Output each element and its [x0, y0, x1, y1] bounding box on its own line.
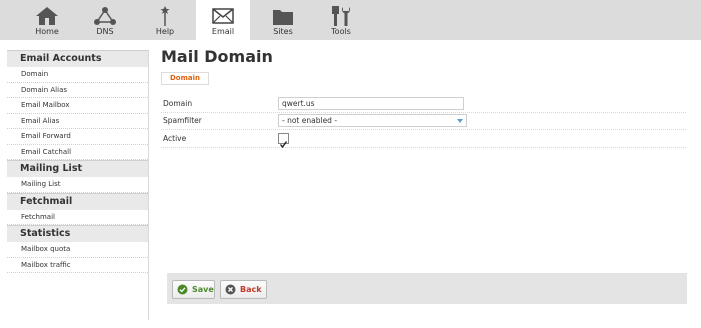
main-content: Mail Domain Domain Domain qwert.us Spamf… [161, 46, 688, 149]
top-navigation: Home DNS Help Email Sites Tools [0, 0, 701, 40]
tools-icon [332, 6, 350, 26]
help-icon [160, 6, 170, 26]
tab-dns[interactable]: DNS [78, 0, 132, 40]
home-icon [36, 7, 58, 25]
sidebar-item-email-mailbox[interactable]: Email Mailbox [7, 98, 148, 114]
sites-icon [273, 10, 293, 25]
sidebar: Email Accounts Domain Domain Alias Email… [7, 50, 149, 320]
sidebar-item-email-forward[interactable]: Email Forward [7, 129, 148, 145]
sidebar-item-mailbox-quota[interactable]: Mailbox quota [7, 242, 148, 258]
tab-label: Tools [331, 27, 351, 36]
save-button-label: Save [192, 285, 214, 294]
back-button-label: Back [240, 285, 262, 294]
email-icon [212, 8, 234, 24]
domain-row: Domain qwert.us [161, 95, 686, 113]
tab-sites[interactable]: Sites [256, 0, 310, 40]
save-button[interactable]: Save [172, 280, 215, 299]
tab-tools[interactable]: Tools [314, 0, 368, 40]
spamfilter-row: Spamfilter - not enabled - [161, 112, 686, 130]
sidebar-section-mailing-list: Mailing List [7, 160, 148, 177]
sidebar-item-email-alias[interactable]: Email Alias [7, 114, 148, 129]
sidebar-section-statistics: Statistics [7, 225, 148, 242]
tab-email[interactable]: Email [196, 0, 250, 40]
active-checkbox[interactable] [278, 133, 289, 149]
active-row: Active [161, 130, 686, 149]
sidebar-section-email-accounts: Email Accounts [7, 50, 148, 67]
sidebar-item-email-catchall[interactable]: Email Catchall [7, 145, 148, 160]
dns-icon [94, 7, 116, 25]
sidebar-item-mailing-list[interactable]: Mailing List [7, 177, 148, 193]
tab-label: DNS [96, 27, 114, 36]
check-circle-icon [177, 284, 188, 295]
sidebar-item-domain-alias[interactable]: Domain Alias [7, 83, 148, 98]
domain-input[interactable]: qwert.us [278, 97, 464, 110]
tab-home[interactable]: Home [20, 0, 74, 40]
chevron-down-icon [457, 119, 463, 123]
sidebar-item-domain[interactable]: Domain [7, 67, 148, 83]
sidebar-section-fetchmail: Fetchmail [7, 192, 148, 210]
tab-label: Sites [273, 27, 293, 36]
active-label: Active [163, 134, 187, 143]
spamfilter-label: Spamfilter [163, 116, 202, 125]
tab-label: Email [211, 27, 235, 36]
cancel-circle-icon [225, 284, 236, 295]
back-button[interactable]: Back [220, 280, 267, 299]
checkmark-icon [279, 141, 288, 149]
page-title: Mail Domain [161, 47, 273, 66]
spamfilter-selected-value: - not enabled - [282, 116, 338, 125]
tab-help[interactable]: Help [138, 0, 192, 40]
domain-label: Domain [163, 99, 193, 108]
tab-label: Help [155, 27, 175, 36]
spamfilter-select[interactable]: - not enabled - [278, 114, 467, 127]
tab-domain[interactable]: Domain [161, 72, 209, 85]
sidebar-item-fetchmail[interactable]: Fetchmail [7, 210, 148, 225]
sidebar-item-mailbox-traffic[interactable]: Mailbox traffic [7, 258, 148, 273]
tab-label: Home [35, 27, 59, 36]
button-bar: Save Back [167, 273, 687, 304]
